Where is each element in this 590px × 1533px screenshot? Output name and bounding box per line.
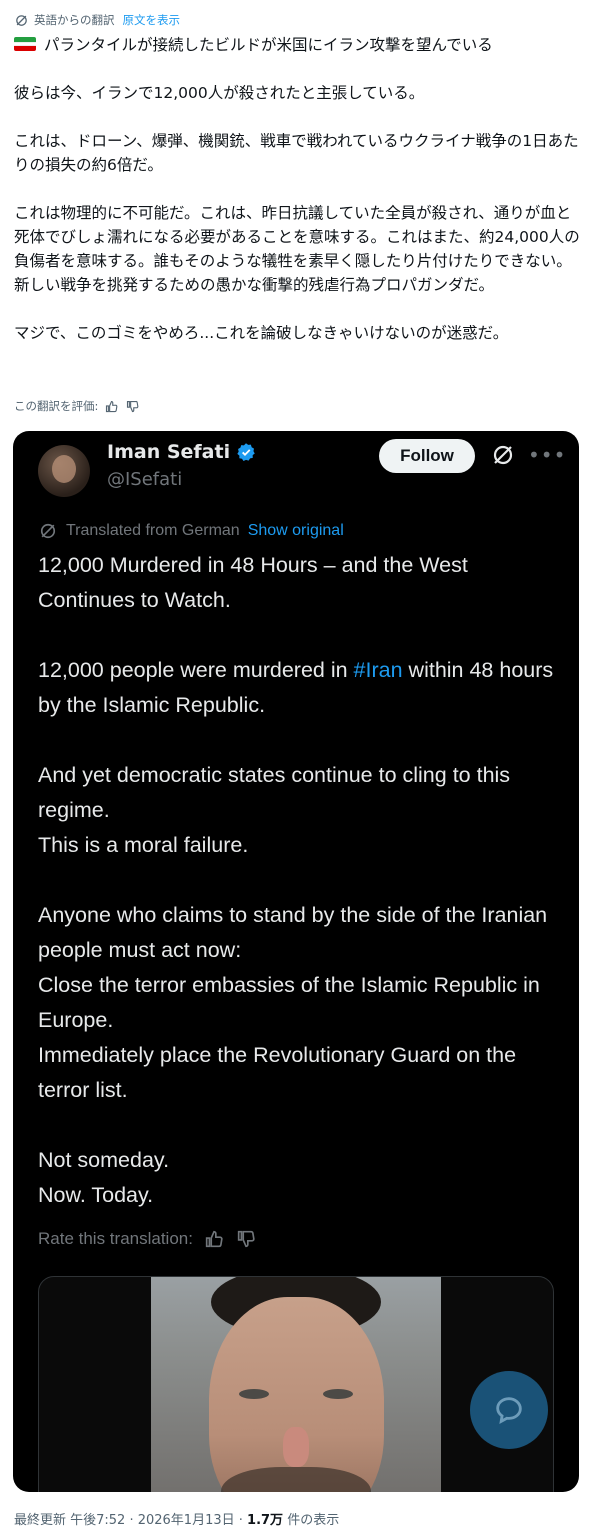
- views-suffix: 件の表示: [283, 1513, 340, 1528]
- embedded-tweet-text: 12,000 Murdered in 48 Hours – and the We…: [38, 548, 558, 1248]
- verified-badge-icon: [237, 443, 255, 461]
- thumbs-down-icon[interactable]: [125, 399, 140, 414]
- post-paragraph-1: パランタイルが接続したビルドが米国にイラン攻撃を望んでいる: [44, 36, 493, 54]
- embedded-video-thumbnail[interactable]: [38, 1276, 554, 1492]
- embedded-rate-label: Rate this translation:: [38, 1229, 193, 1248]
- avatar[interactable]: [38, 445, 90, 497]
- translation-label: 英語からの翻訳: [34, 13, 115, 27]
- author-handle[interactable]: @ISefati: [107, 469, 182, 490]
- rate-translation-label: この翻訳を評価:: [14, 399, 99, 413]
- post-paragraph-4: これは物理的に不可能だ。これは、昨日抗議していた全員が殺され、通りが血と死体でび…: [14, 204, 580, 294]
- thumbs-up-icon[interactable]: [104, 399, 119, 414]
- tweet-paragraph-3: And yet democratic states continue to cl…: [38, 763, 511, 857]
- thumbs-down-icon[interactable]: [235, 1228, 257, 1250]
- more-options-icon[interactable]: •••: [528, 443, 565, 467]
- translate-icon: [40, 523, 56, 539]
- translation-note: 英語からの翻訳 原文を表示: [14, 10, 180, 30]
- translated-from-label: Translated from German: [66, 522, 240, 539]
- tweet-title: 12,000 Murdered in 48 Hours – and the We…: [38, 553, 468, 612]
- author-display-name: Iman Sefati: [107, 441, 231, 463]
- chat-bubble-icon[interactable]: [470, 1371, 548, 1449]
- post-headline: パランタイルが接続したビルドが米国にイラン攻撃を望んでいる: [14, 33, 580, 57]
- translate-icon: [16, 14, 27, 26]
- view-count: 1.7万: [247, 1513, 284, 1528]
- iran-flag-icon: [14, 37, 36, 51]
- embedded-rate-translation: Rate this translation:: [38, 1228, 257, 1250]
- embedded-translation-note: Translated from German Show original: [38, 521, 344, 541]
- post-meta-footer: 最終更新 午後7:52 · 2026年1月13日 · 1.7万 件の表示: [14, 1509, 339, 1528]
- timestamp[interactable]: 最終更新 午後7:52 · 2026年1月13日 ·: [14, 1513, 247, 1528]
- tweet-paragraph-5: Not someday. Now. Today.: [38, 1148, 170, 1207]
- post-body: パランタイルが接続したビルドが米国にイラン攻撃を望んでいる 彼らは今、イランで1…: [14, 33, 580, 369]
- grok-icon[interactable]: [491, 443, 515, 467]
- post-paragraph-5: マジで、このゴミをやめろ...これを論破しなきゃいけないのが迷惑だ。: [14, 324, 509, 342]
- show-original-link[interactable]: 原文を表示: [123, 12, 181, 28]
- iran-hashtag-link[interactable]: #Iran: [354, 658, 403, 682]
- face-photo: [151, 1277, 441, 1492]
- post-paragraph-3: これは、ドローン、爆弾、機関銃、戦車で戦われているウクライナ戦争の1日あたりの損…: [14, 132, 579, 174]
- follow-button[interactable]: Follow: [379, 439, 475, 473]
- post-paragraph-2: 彼らは今、イランで12,000人が殺されたと主張している。: [14, 84, 425, 102]
- tweet-paragraph-4: Anyone who claims to stand by the side o…: [38, 903, 548, 1102]
- author-name-row[interactable]: Iman Sefati: [107, 441, 256, 463]
- embedded-tweet-image[interactable]: Iman Sefati @ISefati Follow ••• Translat…: [13, 431, 579, 1492]
- tweet-paragraph-2: 12,000 people were murdered in #Iran wit…: [38, 658, 554, 717]
- rate-translation-row: この翻訳を評価:: [14, 398, 140, 414]
- thumbs-up-icon[interactable]: [203, 1228, 225, 1250]
- embedded-show-original-link[interactable]: Show original: [248, 522, 344, 540]
